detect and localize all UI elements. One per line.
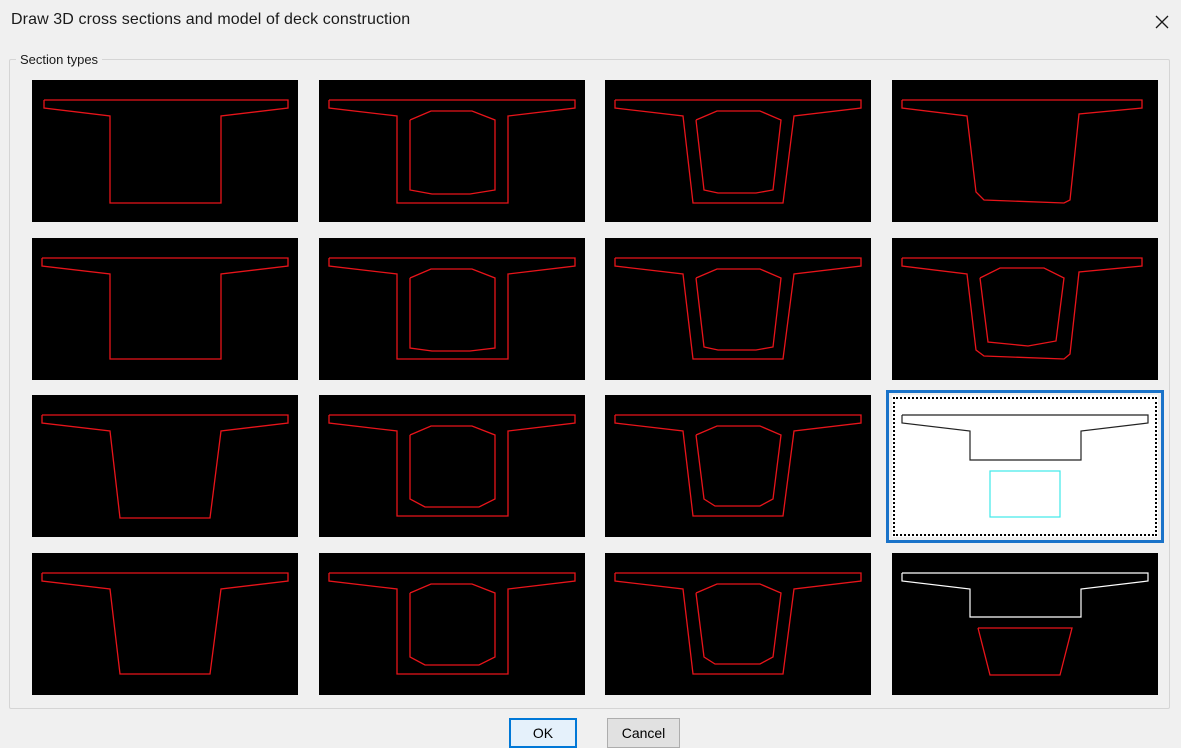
section-outline-open-trapezoid-2 — [41, 414, 289, 519]
close-button[interactable] — [1148, 8, 1176, 36]
section-outline-box-rect-2 — [328, 257, 576, 360]
section-outline-box-rect-chamfer — [328, 414, 576, 517]
section-outline-box-trapezoid-chamfer-2 — [614, 572, 862, 675]
section-type-14[interactable] — [319, 553, 585, 695]
section-type-2[interactable] — [319, 80, 585, 222]
section-outline-box-rect-chamfer-2 — [328, 572, 576, 675]
section-outline-girder-with-trapezoid — [901, 572, 1149, 676]
section-outline-box-trapezoid-2 — [614, 257, 862, 360]
section-outline-open-rect — [41, 257, 289, 360]
section-types-label: Section types — [16, 52, 103, 67]
section-outline-girder-with-box — [901, 414, 1149, 518]
section-outline-open-trapezoid-3 — [41, 572, 289, 675]
section-type-8[interactable] — [892, 238, 1158, 380]
deck-section-dialog: Draw 3D cross sections and model of deck… — [0, 0, 1181, 748]
section-type-7[interactable] — [605, 238, 871, 380]
section-type-6[interactable] — [319, 238, 585, 380]
section-type-1[interactable] — [32, 80, 298, 222]
section-type-4[interactable] — [892, 80, 1158, 222]
section-outline-box-rect — [328, 99, 576, 204]
cancel-button[interactable]: Cancel — [607, 718, 680, 748]
section-outline-box-curved — [901, 257, 1143, 360]
section-type-15[interactable] — [605, 553, 871, 695]
section-type-13[interactable] — [32, 553, 298, 695]
section-outline-open-trapezoid — [43, 99, 289, 204]
section-outline-open-curved — [901, 99, 1143, 204]
ok-button[interactable]: OK — [509, 718, 577, 748]
section-type-9[interactable] — [32, 395, 298, 537]
section-type-12-selected[interactable] — [892, 395, 1158, 537]
close-icon — [1155, 15, 1169, 29]
section-type-16[interactable] — [892, 553, 1158, 695]
section-outline-box-trapezoid-chamfer — [614, 414, 862, 517]
section-type-11[interactable] — [605, 395, 871, 537]
section-type-10[interactable] — [319, 395, 585, 537]
section-outline-box-trapezoid — [614, 99, 862, 204]
dialog-title: Draw 3D cross sections and model of deck… — [11, 11, 411, 28]
section-type-5[interactable] — [32, 238, 298, 380]
section-type-3[interactable] — [605, 80, 871, 222]
